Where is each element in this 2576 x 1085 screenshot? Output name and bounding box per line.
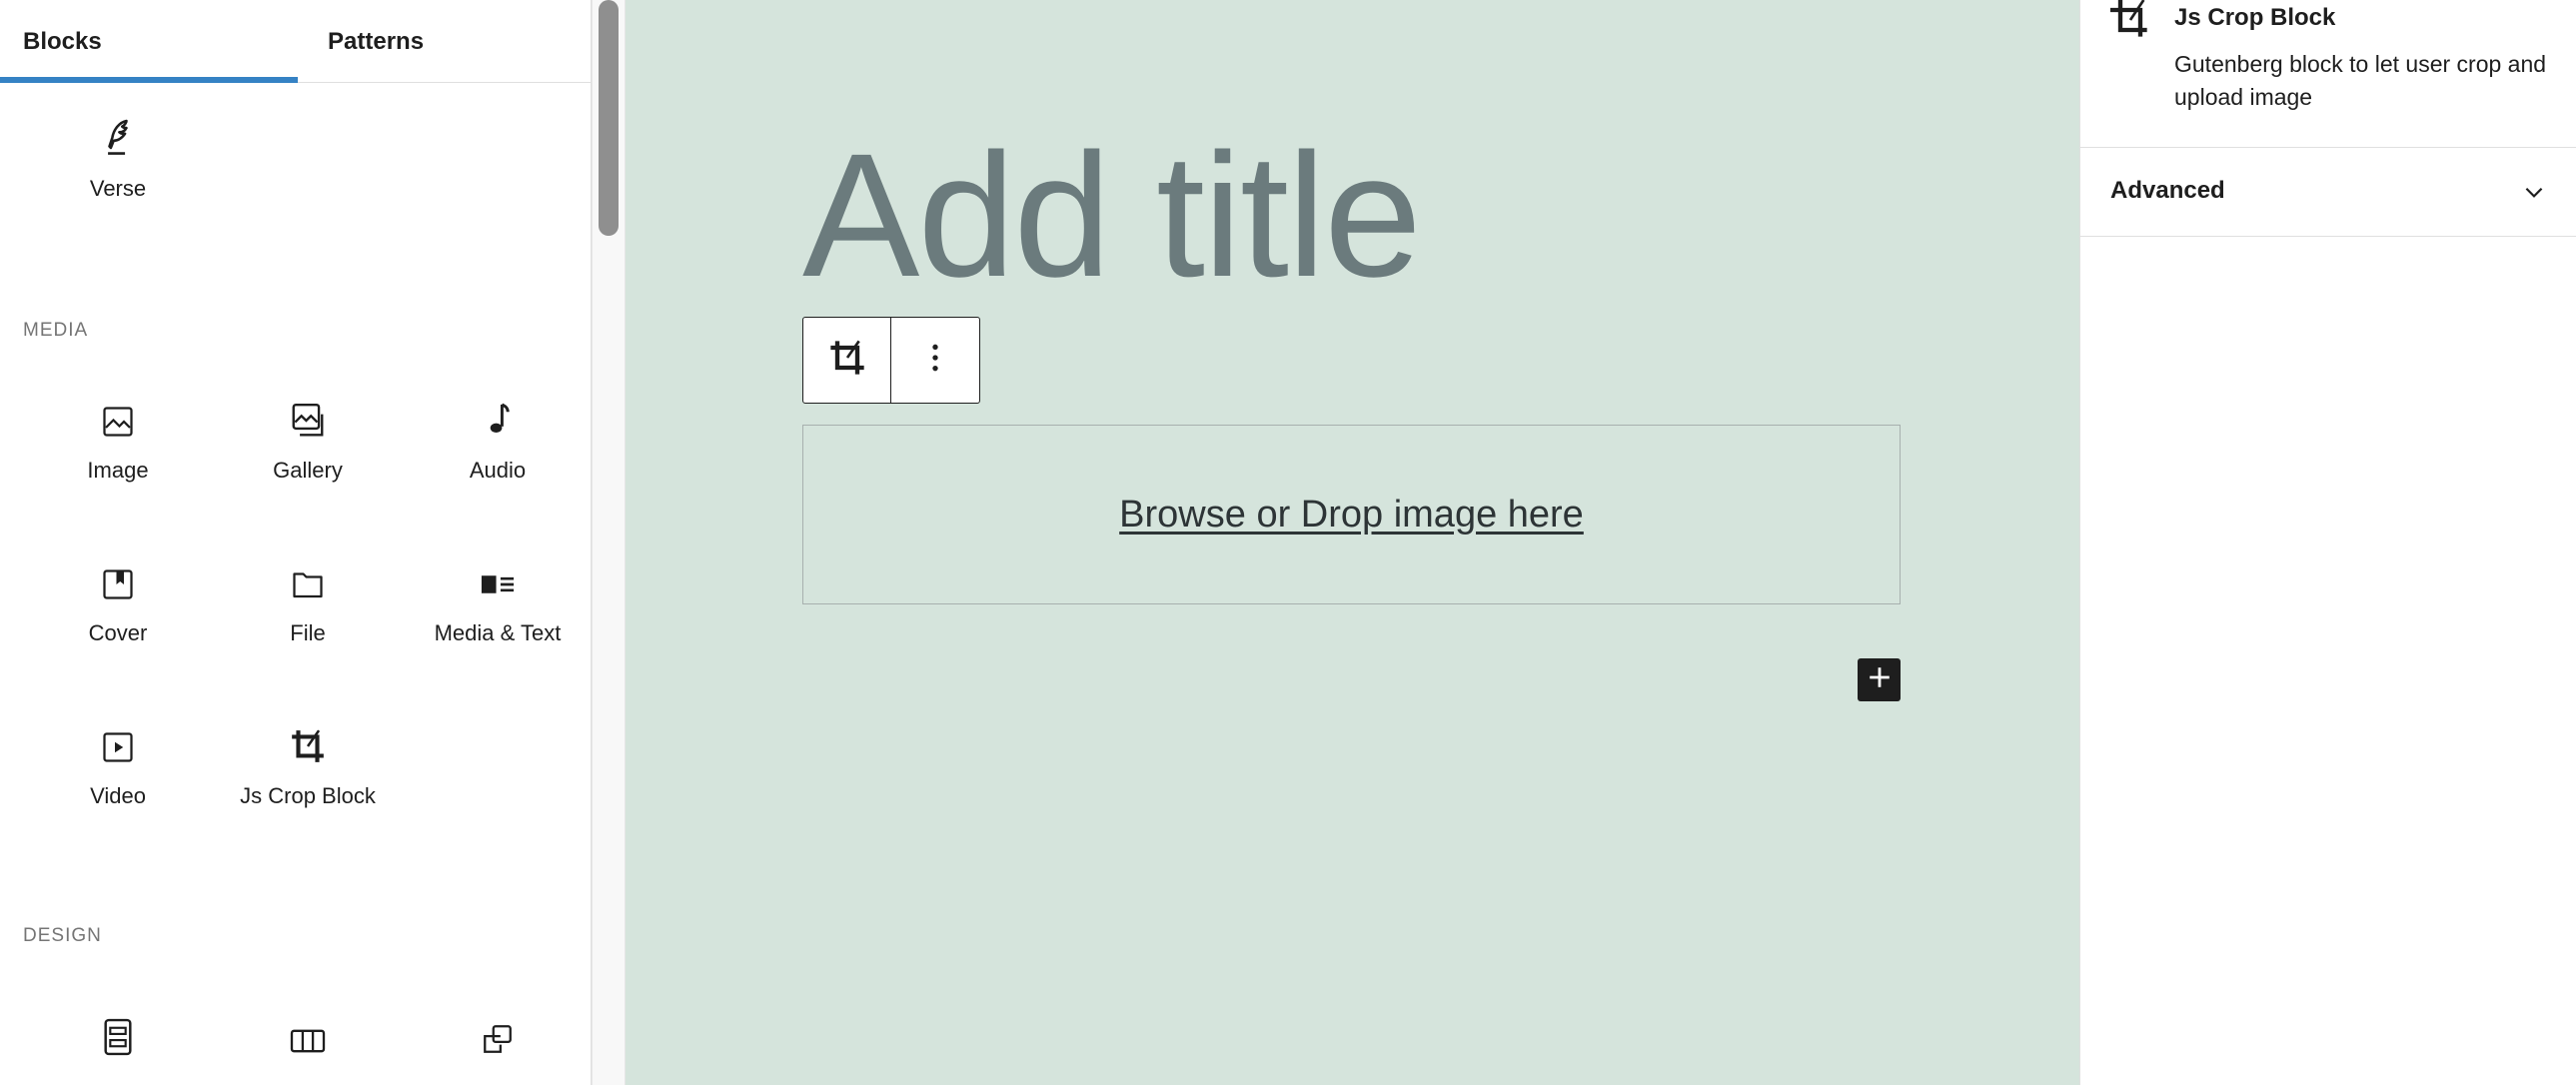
block-item-label: Video: [90, 783, 146, 808]
plus-icon: [1867, 664, 1893, 695]
block-item-label: Image: [87, 458, 149, 483]
block-item-label: Gallery: [273, 458, 343, 483]
file-icon: [290, 542, 326, 602]
block-item-video[interactable]: Video: [23, 705, 213, 845]
audio-icon: [483, 380, 513, 440]
columns-icon: [289, 997, 327, 1057]
block-type-button[interactable]: [803, 318, 891, 403]
block-item-label: Verse: [89, 176, 147, 201]
block-item-reusable[interactable]: [403, 997, 591, 1085]
chevron-down-icon: [2521, 179, 2547, 210]
block-item-cover[interactable]: Cover: [23, 542, 213, 682]
tab-patterns[interactable]: Patterns: [298, 0, 591, 83]
block-item-label: Js Crop Block: [240, 783, 376, 808]
block-item-label: Audio: [469, 458, 527, 483]
block-item-label: File: [290, 620, 326, 645]
block-item-label: Cover: [88, 620, 148, 645]
block-item-image[interactable]: Image: [23, 380, 213, 520]
block-item-media-text[interactable]: Media & Text: [403, 542, 591, 682]
tab-blocks[interactable]: Blocks: [0, 0, 298, 83]
block-item-columns[interactable]: [213, 997, 403, 1085]
advanced-panel-toggle[interactable]: Advanced: [2080, 149, 2576, 237]
block-item-verse[interactable]: Verse: [23, 98, 213, 238]
category-title-design: DESIGN: [23, 925, 102, 946]
active-tab-indicator: [0, 77, 298, 83]
block-card: Js Crop Block Gutenberg block to let use…: [2080, 0, 2576, 148]
block-item-label: Media & Text: [434, 620, 562, 645]
reusable-icon: [481, 997, 515, 1057]
inserter-scrollbar[interactable]: [592, 0, 626, 1085]
category-title-media: MEDIA: [23, 320, 89, 341]
more-vertical-icon: [930, 342, 940, 379]
block-item-gallery[interactable]: Gallery: [213, 380, 403, 520]
cover-icon: [100, 542, 136, 602]
more-options-button[interactable]: [891, 318, 979, 403]
block-toolbar: [802, 317, 980, 404]
crop-icon: [289, 705, 327, 765]
inserter-tabs: Blocks Patterns: [0, 0, 591, 83]
crop-icon: [2110, 0, 2150, 45]
gallery-icon: [289, 380, 327, 440]
verse-icon: [101, 98, 135, 158]
block-card-title: Js Crop Block: [2174, 4, 2336, 31]
scrollbar-thumb[interactable]: [599, 0, 619, 236]
post-title-input[interactable]: Add title: [802, 128, 1422, 304]
browse-drop-link[interactable]: Browse or Drop image here: [1119, 494, 1584, 537]
crop-icon: [827, 338, 867, 383]
group-icon: [101, 997, 135, 1057]
block-item-file[interactable]: File: [213, 542, 403, 682]
image-dropzone[interactable]: Browse or Drop image here: [802, 425, 1901, 604]
block-item-audio[interactable]: Audio: [403, 380, 591, 520]
image-icon: [100, 380, 136, 440]
advanced-panel-label: Advanced: [2110, 177, 2225, 204]
block-item-js-crop-block[interactable]: Js Crop Block: [213, 705, 403, 845]
block-card-description: Gutenberg block to let user crop and upl…: [2174, 51, 2547, 110]
settings-sidebar: Js Crop Block Gutenberg block to let use…: [2079, 0, 2576, 1085]
block-inserter-panel: Blocks Patterns Verse MEDIA Image Galler…: [0, 0, 592, 1085]
video-icon: [100, 705, 136, 765]
add-block-button[interactable]: [1858, 658, 1901, 701]
block-item-group[interactable]: [23, 997, 213, 1085]
media-text-icon: [479, 542, 517, 602]
editor-canvas: Add title Browse or Drop image here: [626, 0, 2079, 1085]
